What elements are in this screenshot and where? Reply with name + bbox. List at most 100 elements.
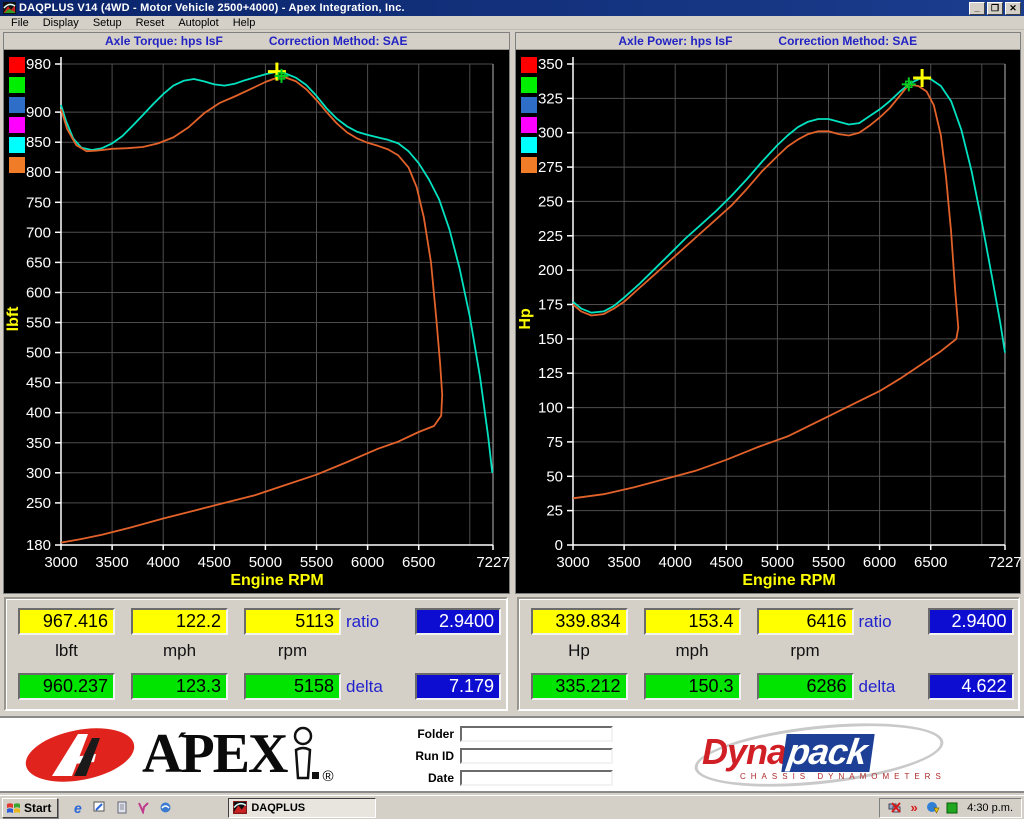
power-chart-panel: Axle Power: hps IsF Correction Method: S…: [515, 32, 1022, 594]
svg-text:3500: 3500: [95, 554, 128, 571]
torque-chart-title: Axle Torque: hps IsF: [105, 34, 223, 48]
status-green-icon[interactable]: [945, 801, 959, 814]
svg-text:4500: 4500: [709, 554, 742, 571]
svg-text:5000: 5000: [760, 554, 793, 571]
messenger-icon[interactable]: [158, 800, 173, 815]
folder-label: Folder: [404, 727, 454, 741]
svg-text:75: 75: [546, 434, 563, 451]
date-input[interactable]: [460, 770, 613, 786]
svg-text:3000: 3000: [556, 554, 589, 571]
svg-text:150: 150: [537, 331, 562, 348]
svg-text:0: 0: [554, 537, 562, 554]
svg-text:250: 250: [26, 495, 51, 512]
app-icon: [3, 2, 16, 14]
run-id-input[interactable]: [460, 748, 613, 764]
internet-explorer-icon[interactable]: e: [70, 800, 85, 815]
start-button[interactable]: Start: [2, 798, 58, 818]
torque-readout-panel: 967.416 122.2 5113 lbft mph rpm 960.237 …: [4, 597, 508, 711]
svg-text:175: 175: [537, 297, 562, 314]
readouts-row: 967.416 122.2 5113 lbft mph rpm 960.237 …: [0, 597, 1024, 711]
footer-strip: ´ APEX ® Folder Run ID Date Dynapack CHA…: [0, 716, 1024, 793]
torque-unit-label: lbft: [18, 641, 115, 661]
torque-mph-label: mph: [131, 641, 228, 661]
power-chart-plot[interactable]: 3503253002752502252001751501251007550250…: [516, 50, 1021, 593]
menu-reset[interactable]: Reset: [129, 17, 172, 29]
update-warning-icon[interactable]: [926, 801, 940, 814]
menu-file[interactable]: File: [4, 17, 36, 29]
svg-text:7227: 7227: [988, 554, 1021, 571]
svg-text:Engine RPM: Engine RPM: [230, 572, 323, 589]
torque-cursor2-value: 960.237: [18, 673, 115, 700]
media-player-icon[interactable]: [136, 800, 151, 815]
apex-wordmark: ´ APEX: [142, 724, 286, 784]
daqplus-task-icon: [233, 801, 247, 814]
taskbar-clock[interactable]: 4:30 p.m.: [967, 802, 1013, 814]
run-id-label: Run ID: [404, 749, 454, 763]
svg-text:850: 850: [26, 134, 51, 151]
svg-text:4000: 4000: [147, 554, 180, 571]
torque-chart-header: Axle Torque: hps IsF Correction Method: …: [4, 33, 509, 50]
legend-swatch: [521, 117, 537, 133]
start-button-label: Start: [24, 801, 51, 815]
svg-text:980: 980: [26, 56, 51, 73]
svg-text:450: 450: [26, 375, 51, 392]
run-id-row: Run ID: [404, 748, 613, 764]
torque-chart-plot[interactable]: 9809008508007507006506005505004504003503…: [4, 50, 509, 593]
svg-text:7227: 7227: [476, 554, 509, 571]
torque-cursor2-mph: 123.3: [131, 673, 228, 700]
restore-button[interactable]: ❐: [987, 2, 1003, 15]
minimize-button[interactable]: _: [969, 2, 985, 15]
svg-text:6500: 6500: [402, 554, 435, 571]
apex-registered-mark: ®: [322, 768, 333, 785]
menu-autoplot[interactable]: Autoplot: [171, 17, 225, 29]
fast-forward-tray-icon[interactable]: »: [907, 801, 921, 814]
menu-display[interactable]: Display: [36, 17, 86, 29]
power-chart-area[interactable]: 3503253002752502252001751501251007550250…: [516, 50, 1021, 593]
system-tray: » 4:30 p.m.: [879, 798, 1022, 818]
svg-text:3000: 3000: [44, 554, 77, 571]
power-delta-value: 4.622: [928, 673, 1014, 700]
legend-swatch: [9, 57, 25, 73]
apex-accent: ´: [176, 716, 185, 776]
torque-cursor-value: 967.416: [18, 608, 115, 635]
torque-cursor-mph: 122.2: [131, 608, 228, 635]
menu-setup[interactable]: Setup: [86, 17, 129, 29]
power-mph-label: mph: [644, 641, 741, 661]
svg-text:750: 750: [26, 194, 51, 211]
menu-bar: File Display Setup Reset Autoplot Help: [0, 16, 1024, 30]
svg-text:800: 800: [26, 164, 51, 181]
svg-text:325: 325: [537, 90, 562, 107]
close-button[interactable]: ✕: [1005, 2, 1021, 15]
svg-text:300: 300: [26, 465, 51, 482]
apex-brand-text: APEX: [142, 723, 286, 785]
desktop: { "window": { "title": "DAQPLUS V14 (4WD…: [0, 0, 1024, 819]
power-cursor-value: 339.834: [531, 608, 628, 635]
show-desktop-icon[interactable]: [92, 800, 107, 815]
legend-swatch: [521, 57, 537, 73]
menu-help[interactable]: Help: [226, 17, 263, 29]
run-info-form: Folder Run ID Date: [404, 726, 613, 792]
torque-chart-area[interactable]: 9809008508007507006506005505004504003503…: [4, 50, 509, 593]
svg-text:6000: 6000: [862, 554, 895, 571]
apex-ellipse-icon: [22, 724, 140, 786]
svg-text:6000: 6000: [351, 554, 384, 571]
outlook-icon[interactable]: [114, 800, 129, 815]
torque-legend: [9, 57, 25, 173]
power-ratio-value: 2.9400: [928, 608, 1014, 635]
folder-input[interactable]: [460, 726, 613, 742]
daqplus-task-label: DAQPLUS: [251, 802, 305, 814]
torque-ratio-value: 2.9400: [415, 608, 501, 635]
network-disconnected-icon[interactable]: [888, 801, 902, 814]
dynapack-tagline: CHASSIS DYNAMOMETERS: [740, 772, 946, 781]
power-cursor2-mph: 150.3: [644, 673, 741, 700]
svg-text:5000: 5000: [249, 554, 282, 571]
torque-cursor2-rpm: 5158: [244, 673, 341, 700]
daqplus-task-button[interactable]: DAQPLUS: [228, 798, 376, 818]
torque-chart-panel: Axle Torque: hps IsF Correction Method: …: [3, 32, 510, 594]
legend-swatch: [9, 97, 25, 113]
dynapack-pack-text: pack: [781, 734, 874, 772]
legend-swatch: [9, 77, 25, 93]
apex-logo: ´ APEX ®: [22, 724, 334, 786]
svg-text:900: 900: [26, 104, 51, 121]
svg-text:5500: 5500: [811, 554, 844, 571]
